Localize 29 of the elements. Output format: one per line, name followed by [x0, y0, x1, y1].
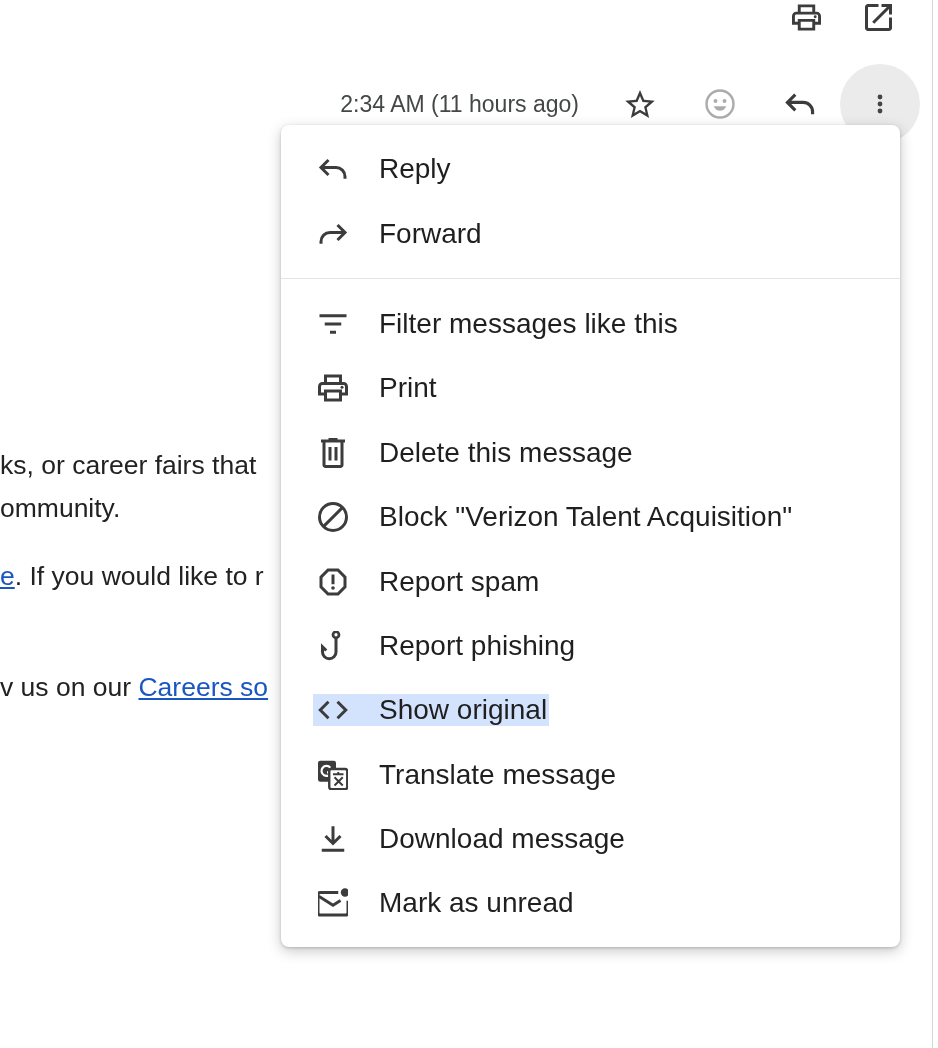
block-icon [318, 502, 348, 533]
open-in-new-icon[interactable] [864, 3, 893, 31]
translate-icon [318, 759, 348, 790]
email-body-text: v us on our Careers so [0, 671, 269, 704]
menu-item[interactable]: Block "Verizon Talent Acquisition" [313, 501, 795, 534]
email-body-text: e. If you would like to r [0, 560, 264, 593]
warning-octagon-icon [318, 566, 348, 597]
menu-item[interactable]: Filter messages like this [313, 307, 680, 340]
star-icon[interactable] [625, 90, 655, 118]
print-icon[interactable] [792, 3, 821, 31]
trash-icon [318, 437, 348, 468]
message-time: 2:34 AM (11 hours ago) [340, 90, 579, 118]
menu-item[interactable]: Show original [313, 694, 550, 727]
email-body-text: ks, or career fairs that ommunity. [0, 449, 257, 525]
vertical-dots-icon [877, 93, 883, 115]
menu-item[interactable]: Mark as unread [313, 887, 576, 920]
link[interactable]: e [0, 561, 15, 591]
menu-item[interactable]: Delete this message [313, 436, 635, 469]
menu-item[interactable]: Download message [313, 823, 627, 856]
menu-item[interactable]: Print [313, 372, 439, 405]
reply-icon[interactable] [785, 93, 815, 115]
menu-item[interactable]: Reply [313, 153, 453, 186]
menu-item[interactable]: Translate message [313, 758, 619, 791]
print-icon [318, 373, 348, 404]
link[interactable]: Careers so [138, 672, 269, 702]
menu-item[interactable]: Report phishing [313, 629, 578, 662]
envelope-dot-icon [318, 888, 348, 919]
menu-item[interactable]: Report spam [313, 565, 542, 598]
menu-item[interactable]: Forward [313, 217, 484, 250]
